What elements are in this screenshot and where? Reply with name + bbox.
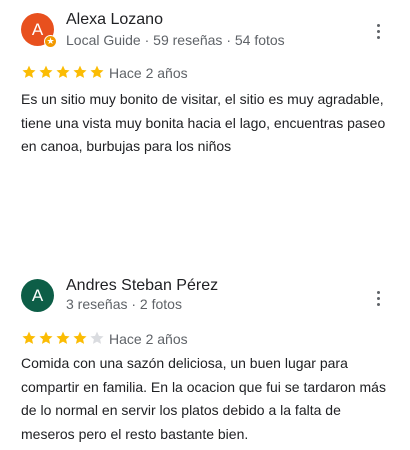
star-icon bbox=[90, 331, 104, 344]
local-guide-star-icon: ★ bbox=[44, 35, 57, 48]
reviewer-name[interactable]: Alexa Lozano bbox=[66, 11, 163, 29]
star-icon bbox=[73, 331, 87, 344]
review-text: Es un sitio muy bonito de visitar, el si… bbox=[21, 91, 386, 154]
star-icon bbox=[56, 65, 70, 78]
avatar-initial: A bbox=[31, 20, 44, 39]
review-date: Hace 2 años bbox=[109, 331, 188, 347]
reviewer-meta[interactable]: Local Guide · 59 reseñas · 54 fotos bbox=[66, 32, 285, 48]
star-icon bbox=[90, 65, 104, 78]
star-rating bbox=[21, 64, 106, 80]
avatar[interactable]: A ★ bbox=[21, 13, 57, 48]
avatar[interactable]: A bbox=[21, 279, 54, 312]
reviewer-name[interactable]: Andres Steban Pérez bbox=[66, 277, 218, 295]
review-date: Hace 2 años bbox=[109, 65, 188, 81]
more-vert-icon[interactable] bbox=[370, 288, 386, 310]
review-text: Comida con una sazón deliciosa, un buen … bbox=[21, 355, 386, 442]
avatar-initial: A bbox=[31, 286, 44, 305]
star-icon bbox=[56, 331, 70, 344]
star-icon bbox=[39, 331, 53, 344]
star-rating bbox=[21, 330, 106, 346]
star-icon bbox=[73, 65, 87, 78]
star-icon bbox=[22, 65, 36, 78]
reviewer-meta[interactable]: 3 reseñas · 2 fotos bbox=[66, 296, 182, 312]
star-icon bbox=[22, 331, 36, 344]
more-vert-icon[interactable] bbox=[370, 21, 386, 43]
star-icon bbox=[39, 65, 53, 78]
